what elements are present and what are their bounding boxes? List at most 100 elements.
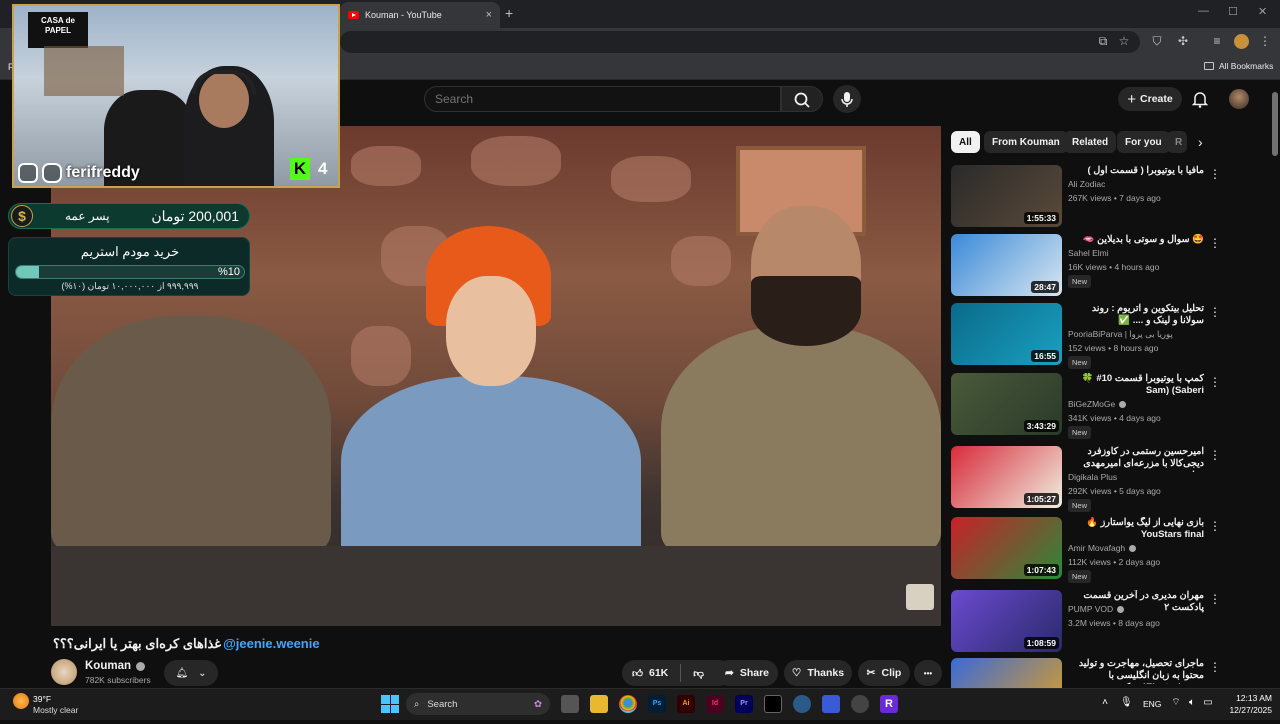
- recommended-video-title[interactable]: امیرحسین رستمی در کاوزفرد دیجی‌کالا با م…: [1068, 446, 1204, 472]
- taskbar-search[interactable]: ⌕ Search ✿: [406, 693, 550, 715]
- recommended-video[interactable]: 28:47 🤩 سوال و سوتی با بدیلاین 🫦 Sahel Elm…: [951, 234, 1221, 300]
- chips-next-arrow-icon[interactable]: ›: [1198, 134, 1203, 150]
- reading-list-icon[interactable]: ≡: [1210, 34, 1224, 48]
- close-window-button[interactable]: ✕: [1258, 5, 1267, 18]
- windows-start-icon[interactable]: [381, 695, 399, 713]
- file-explorer-icon[interactable]: [590, 695, 608, 713]
- channel-watermark[interactable]: [906, 584, 934, 610]
- video-thumbnail[interactable]: 1:55:33: [951, 165, 1062, 227]
- stats-app-icon[interactable]: [822, 695, 840, 713]
- volume-icon[interactable]: 🔈︎: [1186, 697, 1198, 709]
- menu-kebab-icon[interactable]: ⋮: [1258, 34, 1272, 48]
- clock[interactable]: 12:13 AM 12/27/2025: [1222, 692, 1272, 716]
- new-tab-button[interactable]: +: [505, 5, 513, 21]
- tab-close-icon[interactable]: ×: [486, 9, 492, 21]
- chip-for-you[interactable]: For you: [1117, 131, 1170, 153]
- voice-search-button[interactable]: [833, 85, 861, 113]
- recommended-video-title[interactable]: ماجرای تحصیل، مهاجرت و تولید محتوا به زب…: [1068, 658, 1204, 684]
- chip-all[interactable]: All: [951, 131, 980, 153]
- recommended-video[interactable]: 1:55:33 مافیا با یوتیوبرا ( قسمت اول ) Ali…: [951, 165, 1221, 231]
- video-thumbnail[interactable]: 3:43:29: [951, 373, 1062, 435]
- recommended-channel[interactable]: Ali Zodiac: [1068, 179, 1105, 189]
- video-options-kebab-icon[interactable]: ⋮: [1209, 660, 1221, 674]
- chip-from-kouman[interactable]: From Kouman: [984, 131, 1068, 153]
- video-thumbnail[interactable]: 1:05:27: [951, 446, 1062, 508]
- recommended-channel[interactable]: PUMP VOD: [1068, 604, 1125, 614]
- tray-microphone-icon[interactable]: 🎙︎: [1120, 697, 1133, 709]
- tab-youtube[interactable]: Kouman - YouTube ×: [340, 2, 500, 28]
- premiere-icon[interactable]: Pr: [735, 695, 753, 713]
- photoshop-icon[interactable]: Ps: [648, 695, 666, 713]
- video-thumbnail[interactable]: 1:07:43: [951, 517, 1062, 579]
- recommended-video-title[interactable]: کمپ با یوتیوبرا قسمت 10# 🍀 Sam) (Saberi: [1068, 373, 1204, 397]
- profile-avatar[interactable]: [1234, 34, 1249, 49]
- recommended-video-title[interactable]: تحلیل بیتکوین و اتریوم : روند سولانا و ل…: [1068, 303, 1204, 327]
- recommended-channel[interactable]: BiGeZMoGe: [1068, 399, 1127, 409]
- bookmark-star-icon[interactable]: ☆: [1117, 34, 1131, 48]
- scrollbar-thumb[interactable]: [1272, 92, 1278, 156]
- title-mention-link[interactable]: @jeenie.weenie: [223, 636, 320, 652]
- video-options-kebab-icon[interactable]: ⋮: [1209, 236, 1221, 250]
- search-input[interactable]: [424, 86, 781, 112]
- video-thumbnail[interactable]: 16:55: [951, 303, 1062, 365]
- share-button[interactable]: ➦ Share: [716, 660, 778, 686]
- app-icon[interactable]: [793, 695, 811, 713]
- video-options-kebab-icon[interactable]: ⋮: [1209, 305, 1221, 319]
- scrollbar-track[interactable]: [1270, 80, 1280, 688]
- minimize-button[interactable]: —: [1198, 5, 1209, 17]
- recommended-video[interactable]: 1:08:59 مهران مدیری در آخرین قسمت پادکست …: [951, 590, 1221, 656]
- video-options-kebab-icon[interactable]: ⋮: [1209, 167, 1221, 181]
- video-options-kebab-icon[interactable]: ⋮: [1209, 375, 1221, 389]
- language-indicator[interactable]: ENG: [1143, 699, 1161, 709]
- notifications-bell-icon[interactable]: [1192, 90, 1208, 108]
- recommended-video-title[interactable]: بازی نهایی از لیگ یواستارز 🔥 YouStars fi…: [1068, 517, 1204, 541]
- address-bar[interactable]: [340, 31, 1140, 53]
- channel-avatar[interactable]: [51, 659, 77, 685]
- video-options-kebab-icon[interactable]: ⋮: [1209, 592, 1221, 606]
- chrome-icon[interactable]: [619, 695, 637, 713]
- recommended-video-title[interactable]: مافیا با یوتیوبرا ( قسمت اول ): [1068, 165, 1204, 177]
- wifi-icon[interactable]: ⌔: [1170, 697, 1182, 709]
- thanks-button[interactable]: ♡ Thanks: [784, 660, 852, 686]
- weather-moon-icon[interactable]: [13, 693, 29, 709]
- channel-name[interactable]: Kouman: [85, 660, 145, 672]
- weather-description[interactable]: Mostly clear: [33, 705, 78, 715]
- shield-extension-icon[interactable]: ⛉: [1150, 34, 1164, 48]
- all-bookmarks-button[interactable]: All Bookmarks: [1204, 61, 1273, 71]
- recommended-channel[interactable]: Digikala Plus: [1068, 472, 1117, 482]
- indesign-icon[interactable]: Id: [706, 695, 724, 713]
- capcut-icon[interactable]: [764, 695, 782, 713]
- more-actions-button[interactable]: •••: [914, 660, 942, 686]
- rockstar-icon[interactable]: R: [880, 695, 898, 713]
- like-button[interactable]: 👍︎ 61K: [632, 667, 668, 680]
- task-view-icon[interactable]: [561, 695, 579, 713]
- recommended-channel[interactable]: Sahel Elmi: [1068, 248, 1109, 258]
- battery-icon[interactable]: ▭: [1202, 697, 1214, 709]
- video-thumbnail[interactable]: 28:47: [951, 234, 1062, 296]
- chip-recently-uploaded[interactable]: R: [1167, 131, 1187, 153]
- create-button[interactable]: + Create: [1118, 87, 1182, 111]
- recommended-video-title[interactable]: 🤩 سوال و سوتی با بدیلاین 🫦: [1068, 234, 1204, 246]
- subscribed-notifications-button[interactable]: 🔔︎ ⌄: [164, 660, 218, 686]
- weather-temperature[interactable]: 39°F: [33, 694, 51, 704]
- recommended-channel[interactable]: Amir Movafagh: [1068, 543, 1137, 553]
- recommended-video[interactable]: 1:05:27 امیرحسین رستمی در کاوزفرد دیجی‌کا…: [951, 446, 1221, 512]
- tray-chevron-up-icon[interactable]: ˄: [1099, 697, 1111, 709]
- extensions-puzzle-icon[interactable]: ✣: [1176, 34, 1190, 48]
- video-thumbnail[interactable]: 1:08:59: [951, 590, 1062, 652]
- illustrator-icon[interactable]: Ai: [677, 695, 695, 713]
- video-player[interactable]: [51, 126, 941, 626]
- recommended-video[interactable]: 16:55 تحلیل بیتکوین و اتریوم : روند سولان…: [951, 303, 1221, 369]
- recommended-video[interactable]: 3:43:29 کمپ با یوتیوبرا قسمت 10# 🍀 Sam) (…: [951, 373, 1221, 439]
- search-button[interactable]: [781, 86, 823, 112]
- video-options-kebab-icon[interactable]: ⋮: [1209, 448, 1221, 462]
- maximize-button[interactable]: ☐: [1228, 5, 1238, 18]
- clip-button[interactable]: ✂ Clip: [858, 660, 910, 686]
- obs-icon[interactable]: [851, 695, 869, 713]
- account-avatar[interactable]: [1229, 89, 1249, 109]
- dislike-button[interactable]: 👎︎: [693, 667, 704, 680]
- recommended-channel[interactable]: PooriaBiParva | پوریا بی پروا: [1068, 329, 1173, 340]
- chip-related[interactable]: Related: [1064, 131, 1117, 153]
- install-app-icon[interactable]: ⧉: [1096, 34, 1110, 48]
- video-options-kebab-icon[interactable]: ⋮: [1209, 519, 1221, 533]
